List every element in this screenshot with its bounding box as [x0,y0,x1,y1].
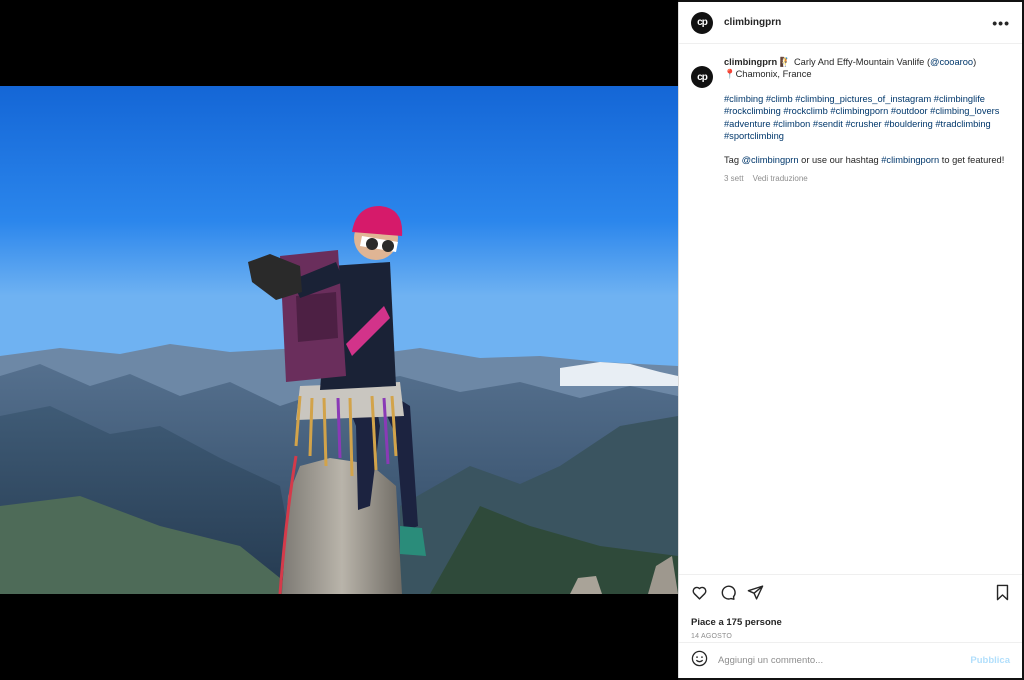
photo-illustration [0,86,678,594]
caption-avatar[interactable]: cp [691,66,713,88]
tag-suffix: to get featured! [939,155,1005,166]
bookmark-icon[interactable] [995,584,1010,606]
tag-hashtag[interactable]: #climbingporn [881,155,939,165]
translate-link[interactable]: Vedi traduzione [753,174,808,183]
header-username[interactable]: climbingprn [724,17,781,28]
likes-count[interactable]: Piace a 175 persone [691,617,1010,628]
caption-hashtags[interactable]: #climbing #climb #climbing_pictures_of_i… [724,93,1009,143]
tag-prefix: Tag [724,155,742,166]
caption-location: 📍Chamonix, France [724,68,1009,80]
caption-username[interactable]: climbingprn [724,57,777,67]
climber-emoji: 🧗 [779,57,792,67]
caption-title-text: Carly And Effy-Mountain Vanlife ( [791,57,931,67]
post-actions: Piace a 175 persone 14 AGOSTO [679,574,1022,640]
send-icon[interactable] [747,584,764,606]
comment-input[interactable]: Aggiungi un commento... [718,655,970,666]
publish-button[interactable]: Pubblica [970,655,1010,666]
caption-avatar-logo: cp [697,71,708,83]
heart-icon[interactable] [691,584,708,606]
tag-mention[interactable]: @climbingprn [742,155,799,165]
pin-icon: 📍 [724,69,736,80]
post-age[interactable]: 3 sett [724,174,744,183]
caption: cp climbingprn 🧗 Carly And Effy-Mountain… [679,44,1022,185]
caption-mention[interactable]: @cooaroo [930,57,973,67]
caption-tag-line: Tag @climbingprn or use our hashtag #cli… [724,154,1009,166]
avatar-logo: cp [697,17,708,28]
post-date[interactable]: 14 AGOSTO [691,633,1010,640]
caption-title: climbingprn 🧗 Carly And Effy-Mountain Va… [724,56,1009,68]
caption-meta: 3 sett Vedi traduzione [724,173,1009,185]
comment-icon[interactable] [719,584,736,606]
comment-bar: Aggiungi un commento... Pubblica [679,642,1022,678]
location-text: Chamonix, France [735,69,812,80]
post-header: cp climbingprn ••• [679,2,1022,44]
post-photo[interactable] [0,86,678,594]
more-icon[interactable]: ••• [992,15,1010,31]
post-sidebar: cp climbingprn ••• cp climbingprn 🧗 Carl… [678,2,1022,678]
caption-text: climbingprn 🧗 Carly And Effy-Mountain Va… [724,56,1009,185]
post-modal: cp climbingprn ••• cp climbingprn 🧗 Carl… [0,0,1024,680]
post-media [0,0,678,680]
avatar[interactable]: cp [691,11,713,34]
smiley-icon[interactable] [691,650,708,672]
tag-middle: or use our hashtag [798,155,882,166]
action-icons [691,584,1010,606]
caption-title-close: ) [973,57,977,67]
